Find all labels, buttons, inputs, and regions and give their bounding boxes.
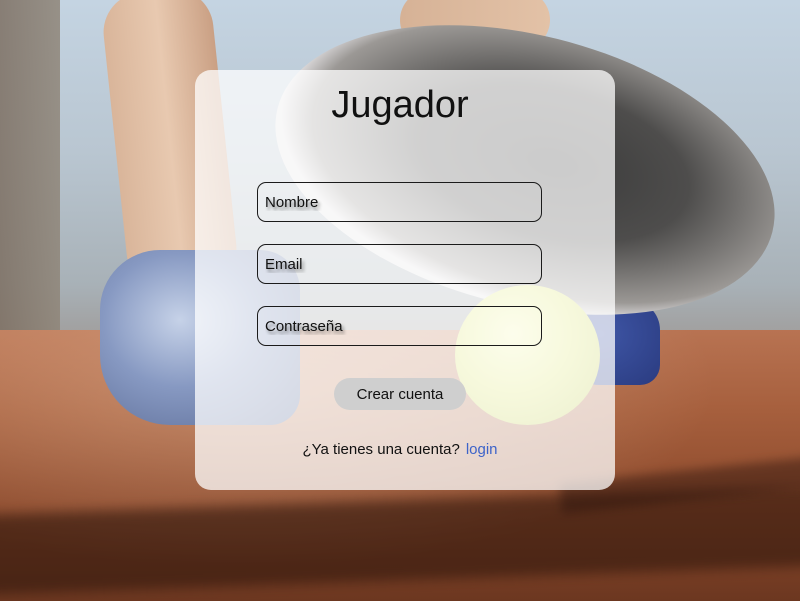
- email-field[interactable]: [257, 244, 542, 284]
- name-field[interactable]: [257, 182, 542, 222]
- background-pillar: [0, 0, 60, 360]
- login-prompt-text: ¿Ya tienes una cuenta?: [302, 441, 460, 458]
- page-title: Jugador: [331, 84, 469, 126]
- create-account-button[interactable]: Crear cuenta: [334, 378, 466, 410]
- password-field[interactable]: [257, 306, 542, 346]
- login-prompt: ¿Ya tienes una cuenta? login: [0, 440, 800, 460]
- login-link[interactable]: login: [466, 441, 498, 458]
